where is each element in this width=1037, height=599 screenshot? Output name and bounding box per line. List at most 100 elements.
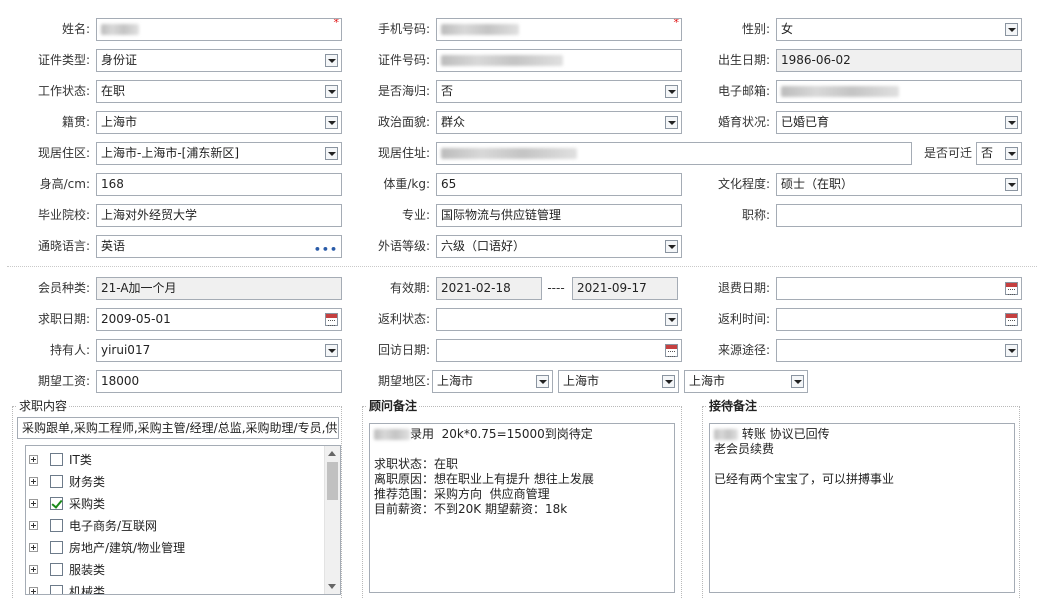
expand-icon[interactable]: [29, 521, 38, 530]
seek-date-field[interactable]: 2009-05-01: [96, 308, 342, 331]
category-label: 机械类: [69, 585, 106, 595]
name-label: 姓名:: [61, 22, 90, 36]
chevron-down-icon[interactable]: [325, 147, 338, 160]
calendar-icon[interactable]: [325, 313, 338, 326]
chevron-down-icon[interactable]: [665, 85, 678, 98]
marital-select[interactable]: 已婚已育: [776, 111, 1022, 134]
id-type-select[interactable]: 身份证: [96, 49, 342, 72]
chevron-down-icon[interactable]: [662, 375, 675, 388]
major-field[interactable]: 国际物流与供应链管理: [436, 204, 682, 227]
holder-value: yirui017: [101, 343, 151, 357]
tree-item[interactable]: IT类: [26, 449, 316, 471]
category-checkbox[interactable]: [50, 475, 63, 488]
relocate-select[interactable]: 否: [976, 142, 1022, 165]
expand-icon[interactable]: [29, 477, 38, 486]
chevron-down-icon[interactable]: [325, 344, 338, 357]
area-city-select[interactable]: 上海市: [558, 370, 679, 393]
expand-icon[interactable]: [29, 587, 38, 594]
tree-item[interactable]: 房地产/建筑/物业管理: [26, 537, 316, 559]
calendar-icon[interactable]: [665, 344, 678, 357]
category-checkbox[interactable]: [50, 497, 63, 510]
residence-address-field[interactable]: [436, 142, 912, 165]
reception-note-body: 老会员续费 已经有两个宝宝了，可以拼搏事业: [714, 442, 895, 486]
id-number-label: 证件号码:: [377, 53, 430, 67]
category-checkbox[interactable]: [50, 585, 63, 594]
tree-scrollbar[interactable]: [324, 446, 340, 594]
political-value: 群众: [441, 115, 466, 129]
category-label: IT类: [69, 453, 92, 467]
email-field[interactable]: [776, 80, 1022, 103]
area-province-select[interactable]: 上海市: [432, 370, 553, 393]
chevron-down-icon[interactable]: [325, 54, 338, 67]
school-field[interactable]: 上海对外经贸大学: [96, 204, 342, 227]
tree-item[interactable]: 采购类: [26, 493, 316, 515]
tree-item[interactable]: 财务类: [26, 471, 316, 493]
chevron-down-icon[interactable]: [791, 375, 804, 388]
area-district-select[interactable]: 上海市: [684, 370, 808, 393]
expand-icon[interactable]: [29, 455, 38, 464]
chevron-down-icon[interactable]: [665, 240, 678, 253]
tree-item[interactable]: 电子商务/互联网: [26, 515, 316, 537]
category-checkbox[interactable]: [50, 541, 63, 554]
chevron-down-icon[interactable]: [1005, 116, 1018, 129]
title-label: 职称:: [741, 208, 770, 222]
chevron-down-icon[interactable]: [1005, 23, 1018, 36]
salary-value: 18000: [101, 374, 140, 388]
job-category-tree[interactable]: IT类财务类 采购类 电子商务/互联网 房地产/建筑/物业管理 服装类机械类: [25, 445, 341, 595]
validity-start-field: 2021-02-18: [436, 277, 542, 300]
chevron-down-icon[interactable]: [325, 116, 338, 129]
chevron-down-icon[interactable]: [1005, 344, 1018, 357]
reception-note-textarea[interactable]: 转账 协议已回传 老会员续费 已经有两个宝宝了，可以拼搏事业: [709, 423, 1015, 593]
expand-icon[interactable]: [29, 499, 38, 508]
chevron-down-icon[interactable]: [665, 116, 678, 129]
id-number-redacted: [441, 55, 563, 66]
more-options-icon[interactable]: •••: [314, 239, 338, 257]
category-checkbox[interactable]: [50, 453, 63, 466]
expand-icon[interactable]: [29, 543, 38, 552]
scroll-thumb[interactable]: [327, 462, 338, 500]
revisit-date-field[interactable]: [436, 339, 682, 362]
scroll-down-arrow-icon[interactable]: [328, 584, 336, 589]
weight-field[interactable]: 65: [436, 173, 682, 196]
id-number-field[interactable]: [436, 49, 682, 72]
work-status-select[interactable]: 在职: [96, 80, 342, 103]
category-checkbox[interactable]: [50, 563, 63, 576]
chevron-down-icon[interactable]: [325, 85, 338, 98]
salary-field[interactable]: 18000: [96, 370, 342, 393]
tree-item[interactable]: 服装类: [26, 559, 316, 581]
chevron-down-icon[interactable]: [665, 313, 678, 326]
source-select[interactable]: [776, 339, 1022, 362]
scroll-up-arrow-icon[interactable]: [328, 451, 336, 456]
chevron-down-icon[interactable]: [536, 375, 549, 388]
category-checkbox[interactable]: [50, 519, 63, 532]
title-field[interactable]: [776, 204, 1022, 227]
row-seek: 求职日期: 2009-05-01 返利状态: 返利时间:: [0, 308, 1037, 331]
holder-select[interactable]: yirui017: [96, 339, 342, 362]
calendar-icon[interactable]: [1005, 313, 1018, 326]
consultant-note-body: 求职状态：在职 离职原因：想在职业上有提升 想往上发展 推荐范围：采购方向 供应…: [374, 457, 594, 516]
expand-icon[interactable]: [29, 565, 38, 574]
residence-area-select[interactable]: 上海市-上海市-[浦东新区]: [96, 142, 342, 165]
language-level-select[interactable]: 六级（口语好）: [436, 235, 682, 258]
seek-date-label: 求职日期:: [37, 312, 90, 326]
refund-date-field[interactable]: [776, 277, 1022, 300]
calendar-icon[interactable]: [1005, 282, 1018, 295]
mobile-field[interactable]: *: [436, 18, 682, 41]
overseas-label: 是否海归:: [377, 84, 430, 98]
native-place-select[interactable]: 上海市: [96, 111, 342, 134]
consultant-note-textarea[interactable]: 录用 20k*0.75=15000到岗待定 求职状态：在职 离职原因：想在职业上…: [369, 423, 675, 593]
tree-item[interactable]: 机械类: [26, 581, 316, 595]
gender-select[interactable]: 女: [776, 18, 1022, 41]
name-field[interactable]: *: [96, 18, 342, 41]
rebate-time-field[interactable]: [776, 308, 1022, 331]
height-field[interactable]: 168: [96, 173, 342, 196]
education-select[interactable]: 硕士（在职）: [776, 173, 1022, 196]
chevron-down-icon[interactable]: [1005, 147, 1018, 160]
row-residence: 现居住区: 上海市-上海市-[浦东新区] 现居住址: 是否可迁 否: [0, 142, 1037, 165]
political-select[interactable]: 群众: [436, 111, 682, 134]
language-field[interactable]: 英语 •••: [96, 235, 342, 258]
job-content-summary[interactable]: 采购跟单,采购工程师,采购主管/经理/总监,采购助理/专员,供: [17, 417, 339, 439]
overseas-select[interactable]: 否: [436, 80, 682, 103]
chevron-down-icon[interactable]: [1005, 178, 1018, 191]
rebate-status-select[interactable]: [436, 308, 682, 331]
